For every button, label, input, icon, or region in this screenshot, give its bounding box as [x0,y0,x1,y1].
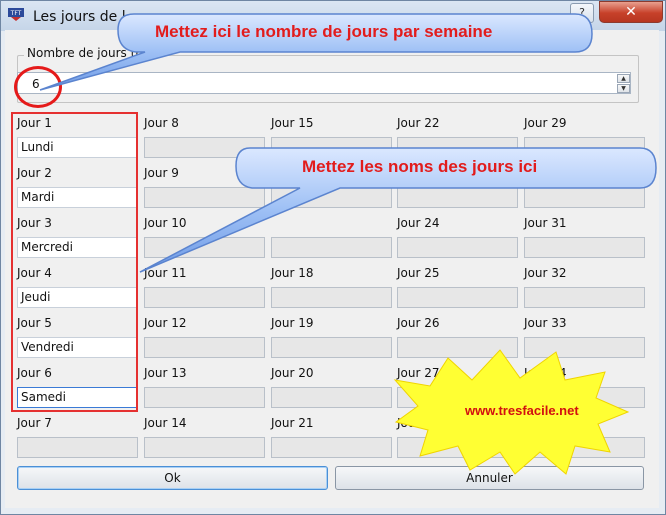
callout-text-day-names: Mettez les noms des jours ici [302,157,538,176]
callout-text-days-count: Mettez ici le nombre de jours par semain… [155,22,493,41]
annotation-overlay [39,13,657,475]
website-text: www.tresfacile.net [465,403,579,418]
